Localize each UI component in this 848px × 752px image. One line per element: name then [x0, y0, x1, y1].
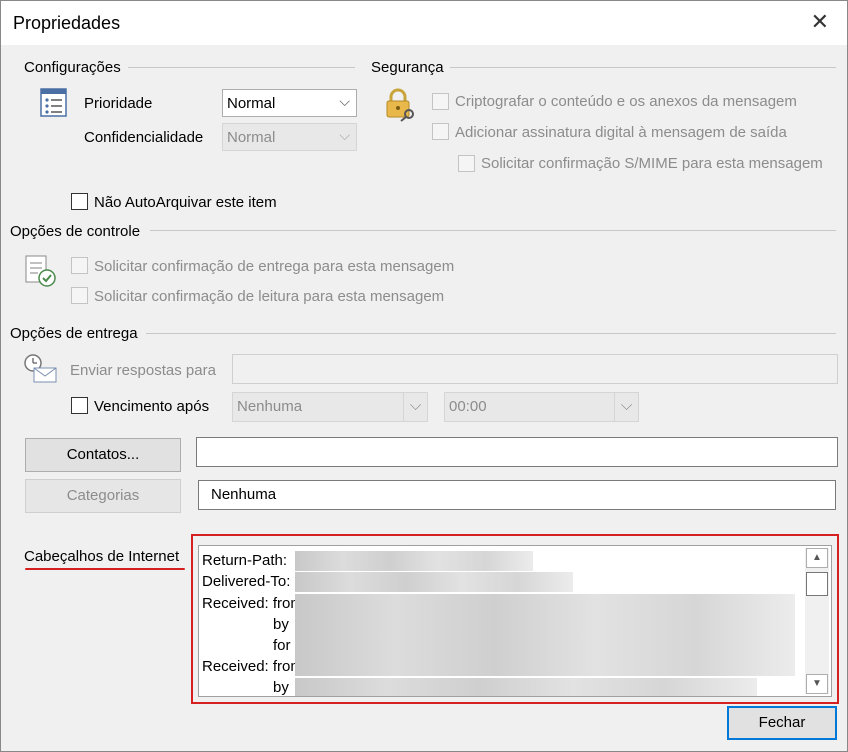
header-line: by — [273, 679, 289, 696]
highlight-box: Return-Path: Delivered-To: Received: fro… — [191, 534, 839, 704]
expires-time-value: 00:00 — [449, 398, 487, 415]
list-settings-icon — [40, 88, 67, 117]
scroll-down-icon[interactable]: ▼ — [806, 674, 828, 694]
categories-value: Nenhuma — [211, 486, 277, 503]
chevron-down-icon: ⌵ — [339, 93, 350, 109]
smime-label: Solicitar confirmação S/MIME para esta m… — [481, 155, 823, 172]
dialog-title: Propriedades — [13, 13, 121, 33]
sensitivity-label: Confidencialidade — [84, 129, 204, 146]
redacted-block — [295, 594, 795, 638]
contacts-button[interactable]: Contatos... — [25, 438, 181, 472]
expires-date-picker[interactable]: Nenhuma ⌵ — [232, 392, 428, 422]
internet-headers-textarea[interactable]: Return-Path: Delivered-To: Received: fro… — [198, 545, 832, 697]
divider — [146, 333, 836, 334]
header-line: Return-Path: — [202, 552, 288, 569]
delivery-receipt-checkbox[interactable] — [71, 257, 88, 274]
section-title-configuracoes: Configurações — [24, 59, 127, 76]
chevron-down-icon: ⌵ — [339, 127, 350, 143]
digital-signature-label: Adicionar assinatura digital à mensagem … — [455, 124, 787, 141]
redacted-block — [295, 656, 795, 676]
header-line: for — [273, 637, 291, 654]
tracking-checklist-icon — [25, 255, 56, 287]
close-button[interactable]: Fechar — [727, 706, 837, 740]
digital-signature-checkbox[interactable] — [432, 123, 449, 140]
lock-key-icon — [386, 88, 414, 122]
header-line: by — [273, 616, 289, 633]
header-line: Delivered-To: — [202, 573, 291, 590]
divider — [150, 230, 836, 231]
section-title-seguranca: Segurança — [371, 59, 450, 76]
clock-envelope-icon — [24, 354, 57, 383]
internet-headers-label: Cabeçalhos de Internet — [24, 548, 180, 565]
no-autoarchive-checkbox[interactable] — [71, 193, 88, 210]
close-icon[interactable]: ✕ — [811, 9, 829, 35]
scroll-thumb[interactable] — [806, 572, 828, 596]
expires-checkbox[interactable] — [71, 397, 88, 414]
delivery-receipt-label: Solicitar confirmação de entrega para es… — [94, 258, 455, 275]
categories-input[interactable]: Nenhuma — [198, 480, 836, 510]
smime-checkbox[interactable] — [458, 155, 475, 172]
redacted-block — [295, 638, 795, 656]
priority-label: Prioridade — [84, 95, 153, 112]
sensitivity-value: Normal — [227, 129, 276, 146]
header-line: Received: from — [202, 658, 303, 675]
categories-button[interactable]: Categorias — [25, 479, 181, 513]
priority-value: Normal — [227, 95, 276, 112]
divider — [446, 67, 836, 68]
encrypt-label: Criptografar o conteúdo e os anexos da m… — [455, 93, 797, 110]
title-bar: Propriedades ✕ — [1, 1, 847, 45]
read-receipt-label: Solicitar confirmação de leitura para es… — [94, 288, 445, 305]
read-receipt-checkbox[interactable] — [71, 287, 88, 304]
no-autoarchive-label: Não AutoArquivar este item — [94, 194, 277, 211]
expires-date-value: Nenhuma — [237, 398, 303, 415]
priority-dropdown[interactable]: Normal ⌵ — [222, 89, 357, 117]
redacted-block — [295, 551, 533, 571]
reply-to-input[interactable] — [232, 354, 838, 384]
vertical-scrollbar[interactable]: ▲ ▼ — [805, 548, 829, 694]
section-title-opcoes-controle: Opções de controle — [10, 223, 147, 240]
expires-label: Vencimento após — [94, 398, 210, 415]
header-line: Received: from — [202, 595, 303, 612]
redacted-block — [295, 678, 757, 696]
section-title-opcoes-entrega: Opções de entrega — [10, 325, 144, 342]
contacts-input[interactable] — [196, 437, 838, 467]
expires-time-picker[interactable]: 00:00 ⌵ — [444, 392, 639, 422]
chevron-down-icon: ⌵ — [403, 393, 427, 421]
divider — [128, 67, 355, 68]
chevron-down-icon: ⌵ — [614, 393, 638, 421]
encrypt-checkbox[interactable] — [432, 93, 449, 110]
reply-to-label: Enviar respostas para — [70, 362, 216, 379]
scroll-up-icon[interactable]: ▲ — [806, 548, 828, 568]
highlight-underline — [25, 568, 185, 570]
sensitivity-dropdown[interactable]: Normal ⌵ — [222, 123, 357, 151]
redacted-block — [295, 572, 573, 592]
